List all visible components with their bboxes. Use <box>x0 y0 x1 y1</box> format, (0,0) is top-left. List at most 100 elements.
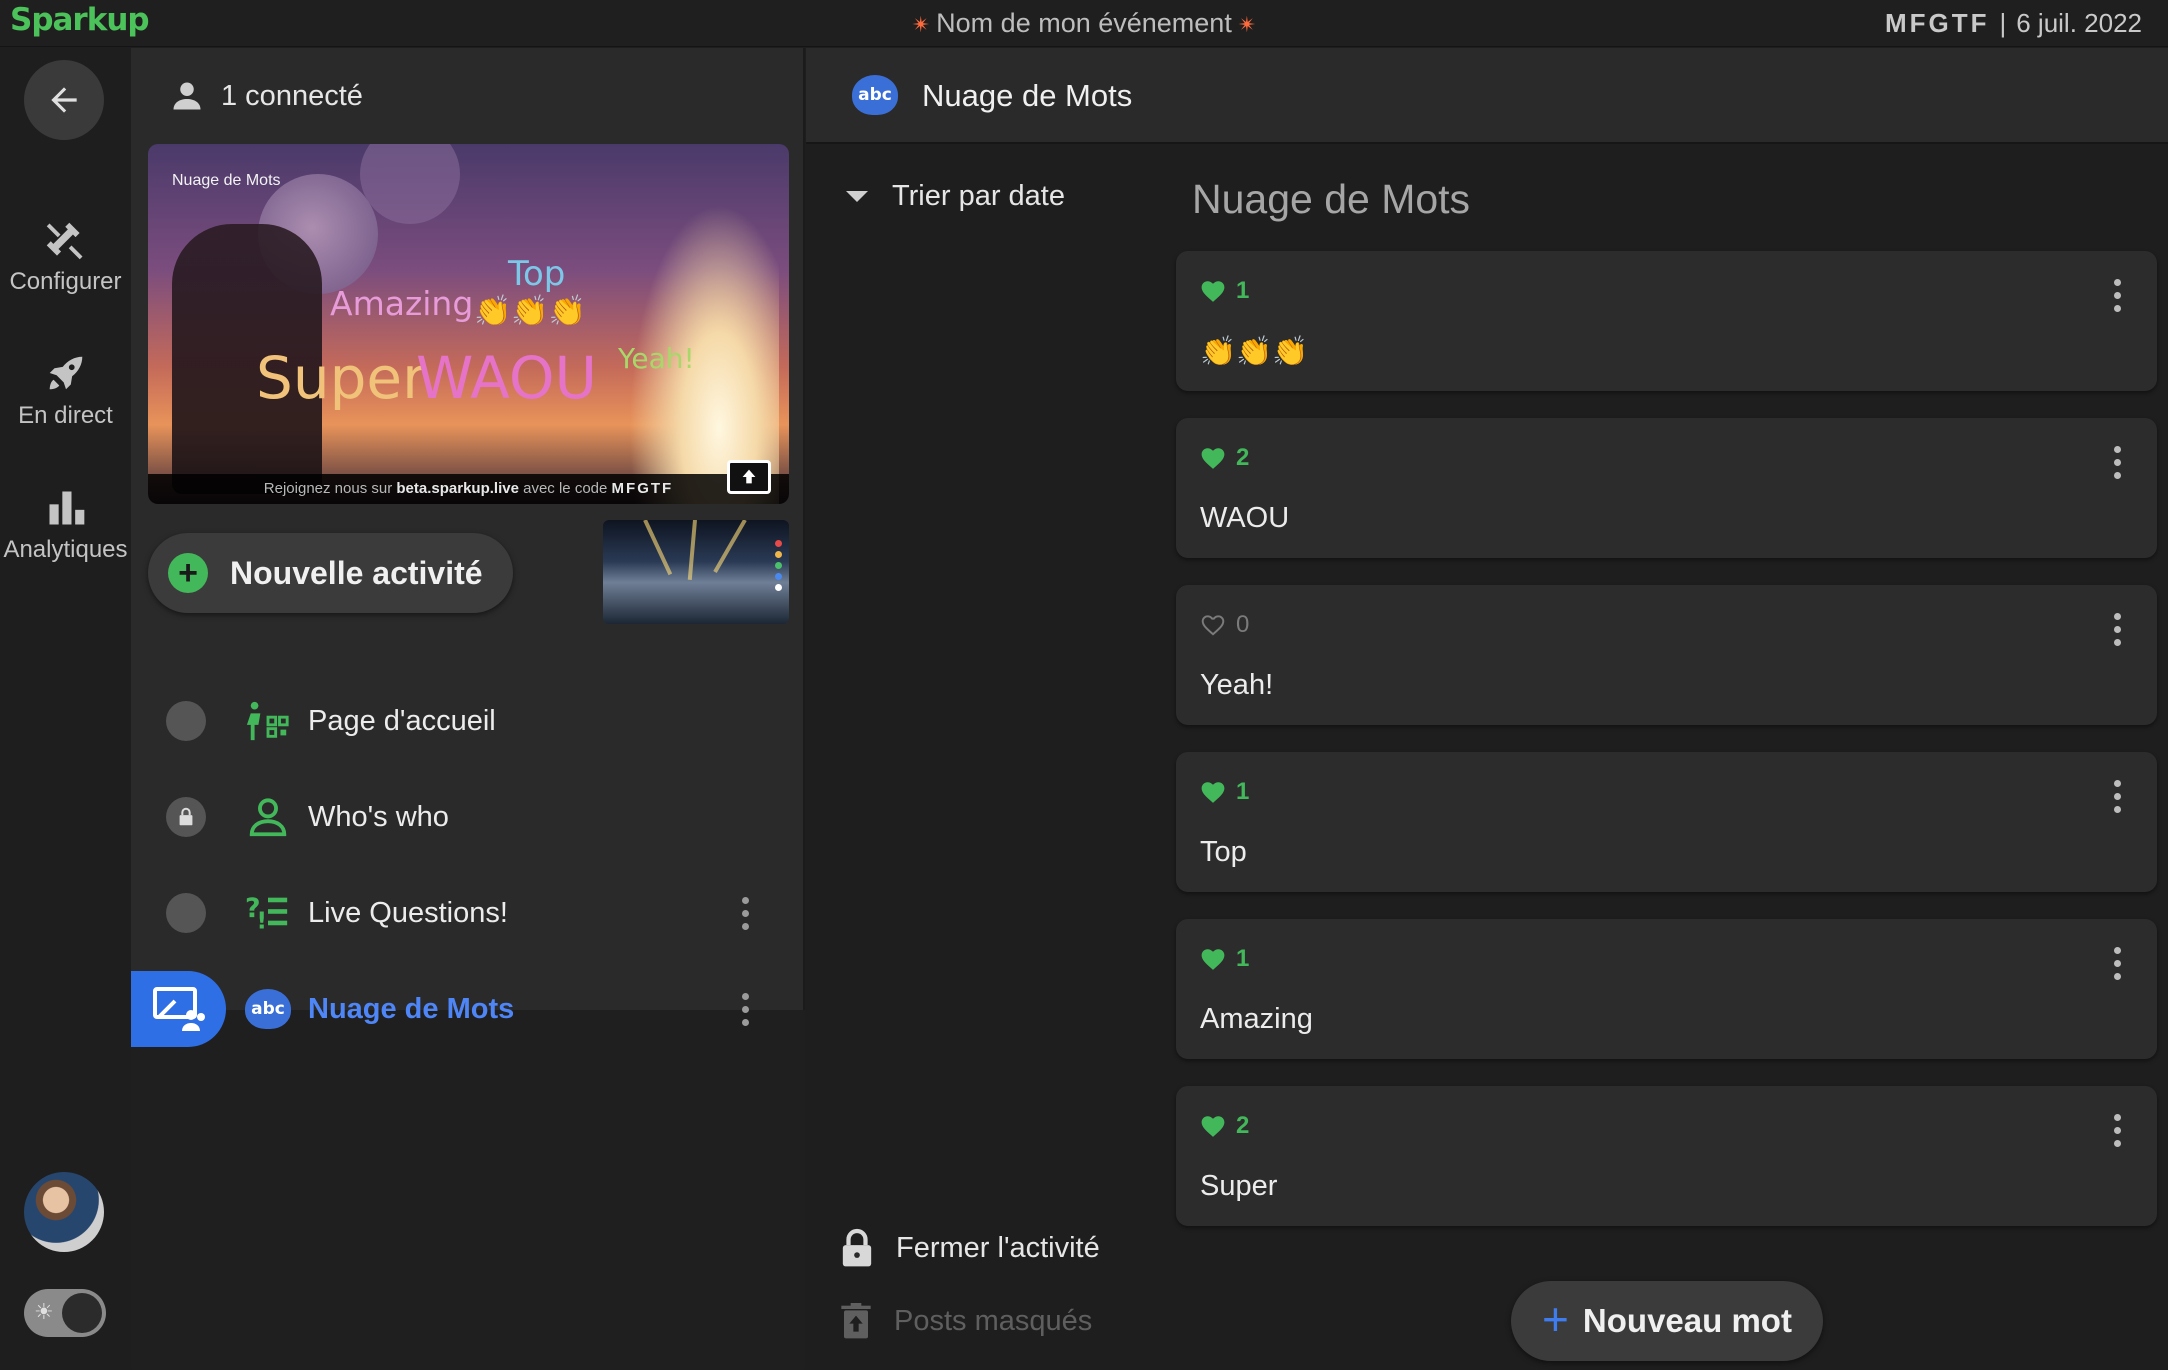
sun-icon: ☀ <box>34 1299 54 1324</box>
heart-filled-icon <box>1201 1116 1225 1137</box>
live-presenting-icon[interactable] <box>131 971 226 1047</box>
activity-state-off[interactable] <box>166 701 206 741</box>
more-options-icon[interactable] <box>2114 1114 2121 1147</box>
preview-word-amazing: Amazing <box>330 284 474 323</box>
word-text: WAOU <box>1200 502 1290 534</box>
heart-filled-icon <box>1201 949 1225 970</box>
nav-en-direct[interactable]: En direct <box>0 342 131 430</box>
sparkle-icon: ✴ <box>911 12 931 37</box>
preview-caption: Rejoignez nous sur beta.sparkup.live ave… <box>148 474 789 504</box>
activity-whos-who[interactable]: Who's who <box>131 772 805 862</box>
new-word-button[interactable]: + Nouveau mot <box>1511 1281 1823 1361</box>
event-title-text: Nom de mon événement <box>936 8 1232 38</box>
connected-count: 1 connecté <box>169 78 363 114</box>
sparkle-icon: ✴ <box>1237 12 1257 37</box>
preview-word-waou: WAOU <box>416 344 597 412</box>
person-icon <box>173 82 201 110</box>
activity-label: Page d'accueil <box>308 704 496 737</box>
plus-circle-icon: + <box>168 553 208 593</box>
new-word-label: Nouveau mot <box>1582 1302 1792 1339</box>
activity-label: Live Questions! <box>308 896 508 929</box>
activity-header: abc Nuage de Mots <box>806 48 2168 144</box>
preview-word-yeah: Yeah! <box>618 342 695 375</box>
activity-live-questions[interactable]: ?! Live Questions! <box>131 868 805 958</box>
rocket-icon <box>49 356 82 390</box>
like-counter[interactable]: 2 <box>1200 1112 1249 1140</box>
like-counter[interactable]: 1 <box>1200 778 1249 806</box>
close-activity-button[interactable]: Fermer l'activité <box>840 1228 1100 1268</box>
svg-text:!: ! <box>257 908 268 934</box>
back-button[interactable] <box>24 60 104 140</box>
user-avatar[interactable] <box>24 1172 104 1252</box>
more-options-icon[interactable] <box>740 992 750 1026</box>
more-options-icon[interactable] <box>740 896 750 930</box>
word-card[interactable]: 1 Amazing <box>1176 919 2157 1059</box>
caption-url: beta.sparkup.live <box>396 480 519 497</box>
like-count: 2 <box>1236 1112 1250 1139</box>
word-card[interactable]: 0 Yeah! <box>1176 585 2157 725</box>
main-content: abc Nuage de Mots Trier par date Nuage d… <box>806 48 2168 1370</box>
hidden-posts-button[interactable]: Posts masqués <box>840 1302 1092 1340</box>
nav-label: Configurer <box>9 268 122 295</box>
heart-filled-icon <box>1201 281 1225 302</box>
live-preview[interactable]: Nuage de Mots Top Amazing 👏👏👏 Yeah! Supe… <box>148 144 789 504</box>
sort-label: Trier par date <box>892 180 1065 212</box>
more-options-icon[interactable] <box>2114 279 2121 312</box>
nav-rail: Configurer En direct Analytiques ☀ <box>0 48 131 1370</box>
event-meta: MFGTF | 6 juil. 2022 <box>1885 8 2142 39</box>
preview-planet <box>360 144 460 224</box>
preview-word-super: Super <box>256 344 426 412</box>
more-options-icon[interactable] <box>2114 446 2121 479</box>
activity-state-locked[interactable] <box>166 797 206 837</box>
activity-title: Nuage de Mots <box>922 78 1133 113</box>
word-text: Amazing <box>1200 1003 1313 1035</box>
word-card[interactable]: 2 Super <box>1176 1086 2157 1226</box>
preview-title: Nuage de Mots <box>172 172 281 189</box>
word-card[interactable]: 2 WAOU <box>1176 418 2157 558</box>
caption-prefix: Rejoignez nous sur <box>263 480 393 497</box>
bar-chart-icon <box>49 491 84 525</box>
activity-label: Who's who <box>308 800 449 833</box>
panel-empty-area <box>131 1010 805 1370</box>
activity-page-accueil[interactable]: Page d'accueil <box>131 676 805 766</box>
stage-thumbnail[interactable] <box>603 520 789 624</box>
more-options-icon[interactable] <box>2114 613 2121 646</box>
nav-configurer[interactable]: Configurer <box>0 208 131 296</box>
more-options-icon[interactable] <box>2114 780 2121 813</box>
lock-icon <box>842 1228 872 1267</box>
event-title: ✴ Nom de mon événement ✴ <box>0 8 2168 39</box>
qr-person-icon <box>243 696 293 746</box>
nav-label: Analytiques <box>3 536 128 563</box>
word-card[interactable]: 1 Top <box>1176 752 2157 892</box>
sort-dropdown[interactable]: Trier par date <box>846 180 1065 213</box>
hidden-posts-label: Posts masqués <box>894 1304 1093 1337</box>
cast-screen-icon[interactable] <box>727 460 771 494</box>
close-activity-label: Fermer l'activité <box>896 1231 1100 1264</box>
new-activity-button[interactable]: + Nouvelle activité <box>148 533 513 613</box>
like-counter[interactable]: 0 <box>1200 611 1249 639</box>
word-cloud-icon: abc <box>243 984 293 1034</box>
caption-mid: avec le code <box>523 480 608 497</box>
word-text: Super <box>1200 1170 1278 1202</box>
like-counter[interactable]: 1 <box>1200 277 1249 305</box>
top-bar: Sparkup ✴ Nom de mon événement ✴ MFGTF | 6 j… <box>0 0 2168 47</box>
like-count: 2 <box>1236 444 1250 471</box>
word-card[interactable]: 1 👏👏👏 <box>1176 251 2157 391</box>
tools-icon <box>46 222 82 260</box>
more-options-icon[interactable] <box>2114 947 2121 980</box>
activity-nuage-de-mots[interactable]: abc Nuage de Mots <box>131 964 805 1054</box>
like-counter[interactable]: 2 <box>1200 444 1249 472</box>
person-outline-icon <box>243 792 293 842</box>
like-count: 1 <box>1236 778 1250 805</box>
word-text: 👏👏👏 <box>1200 336 1309 368</box>
nav-label: En direct <box>18 402 113 429</box>
word-cloud-icon: abc <box>852 75 898 115</box>
thumb-beam <box>643 520 673 576</box>
activity-state-off[interactable] <box>166 893 206 933</box>
theme-toggle[interactable]: ☀ <box>24 1289 106 1337</box>
nav-analytiques[interactable]: Analytiques <box>0 476 131 564</box>
activity-label: Nuage de Mots <box>308 992 515 1025</box>
thumb-beam <box>713 520 747 573</box>
like-count: 0 <box>1236 611 1250 638</box>
like-counter[interactable]: 1 <box>1200 945 1249 973</box>
